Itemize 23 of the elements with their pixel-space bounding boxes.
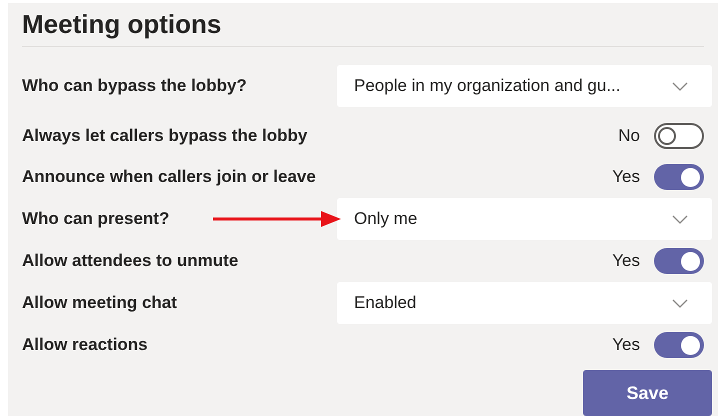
save-button[interactable]: Save <box>583 370 712 416</box>
toggle-switch[interactable] <box>654 248 704 274</box>
option-label: Who can present? <box>22 208 170 230</box>
option-label: Always let callers bypass the lobby <box>22 125 308 148</box>
toggle-switch[interactable] <box>654 332 704 358</box>
option-label: Allow meeting chat <box>22 292 177 314</box>
toggle-state-text: No <box>618 125 640 148</box>
toggle-state-text: Yes <box>612 250 640 272</box>
chevron-down-icon <box>672 214 688 224</box>
chevron-down-icon <box>672 82 688 90</box>
dropdown[interactable]: People in my organization and gu... <box>337 65 712 107</box>
toggle-state-text: Yes <box>612 166 640 188</box>
toggle-switch[interactable] <box>654 123 704 149</box>
dropdown[interactable]: Enabled <box>337 282 712 324</box>
option-label: Announce when callers join or leave <box>22 166 316 188</box>
option-label: Who can bypass the lobby? <box>22 75 247 98</box>
toggle-switch[interactable] <box>654 164 704 190</box>
dropdown[interactable]: Only me <box>337 198 712 240</box>
page-title: Meeting options <box>22 8 222 41</box>
chevron-down-icon <box>672 298 688 308</box>
option-label: Allow reactions <box>22 334 148 356</box>
option-label: Allow attendees to unmute <box>22 250 238 272</box>
toggle-state-text: Yes <box>612 334 640 356</box>
